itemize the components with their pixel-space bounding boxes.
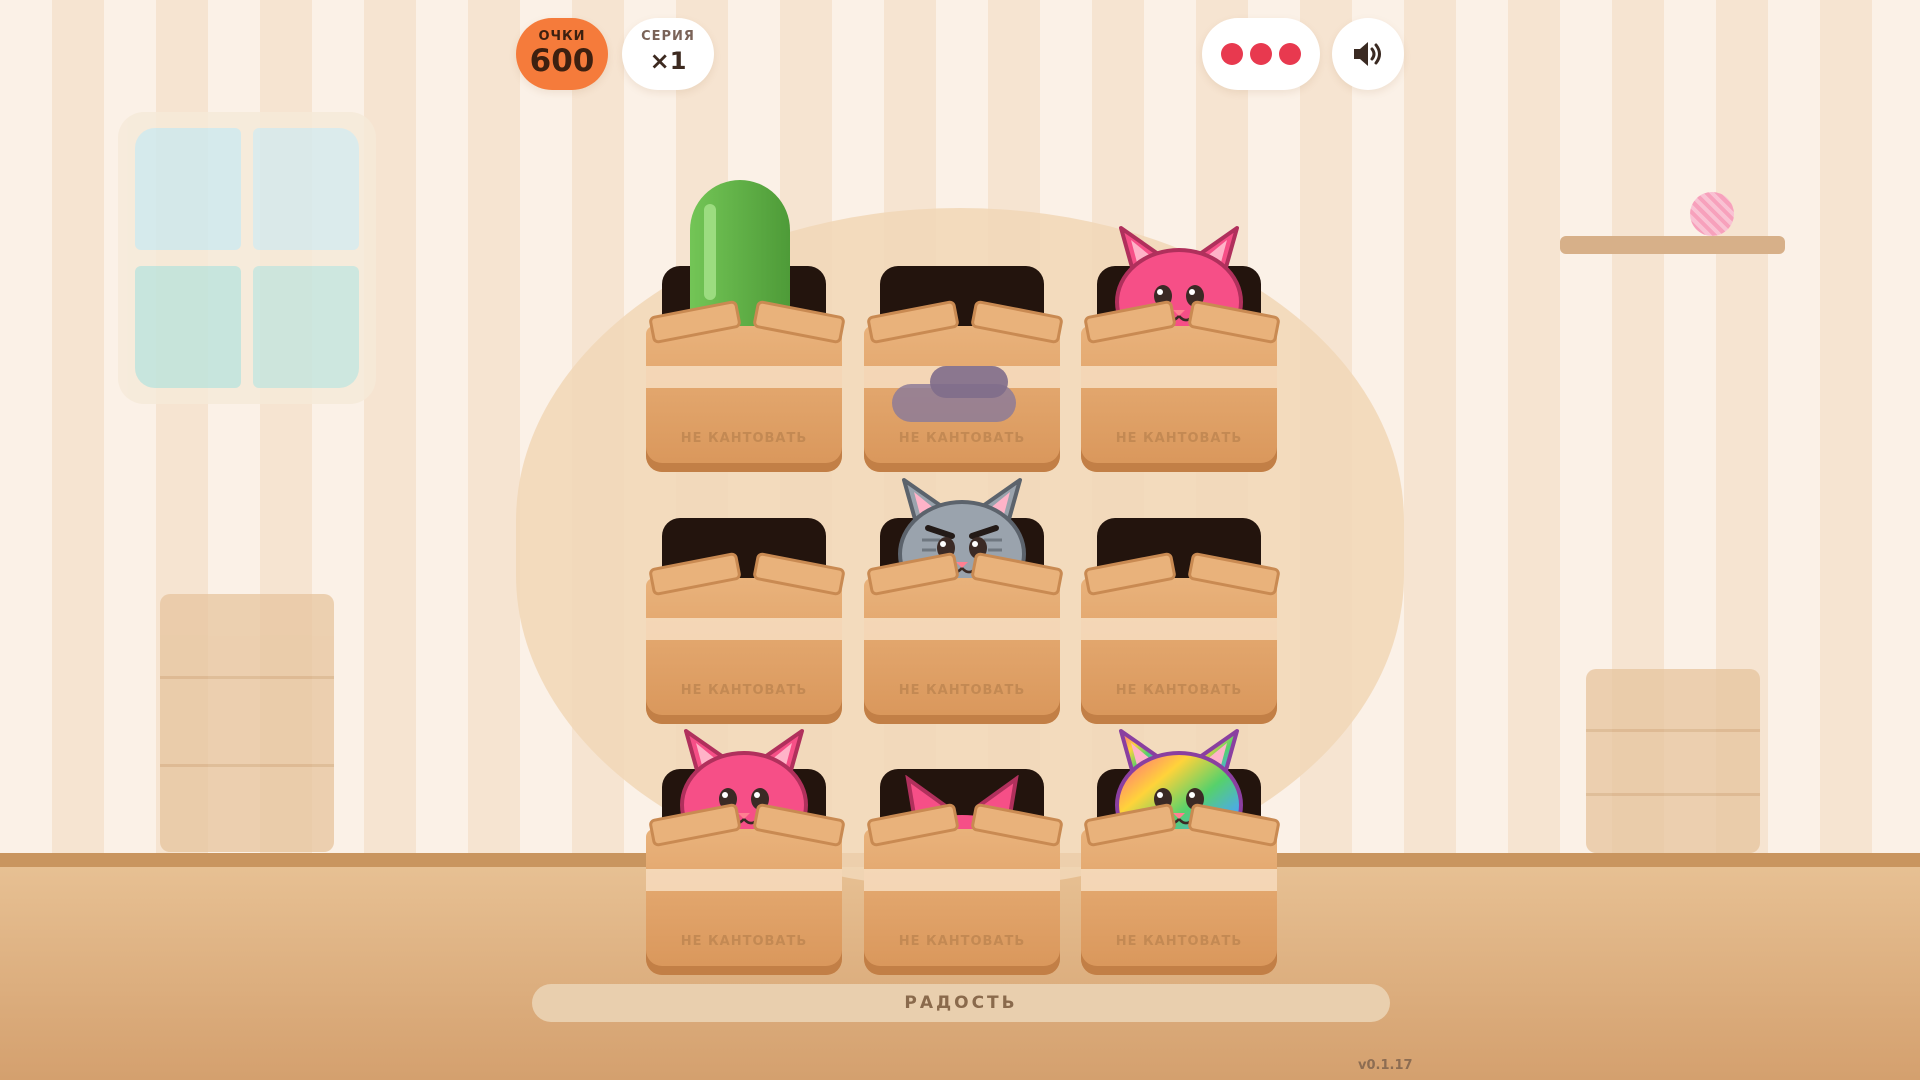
box-tape bbox=[646, 366, 842, 388]
box-body bbox=[1081, 578, 1277, 724]
box-tape bbox=[1081, 869, 1277, 891]
box-stamp-text: НЕ КАНТОВАТЬ bbox=[1115, 683, 1243, 698]
sound-toggle-button[interactable] bbox=[1332, 18, 1404, 90]
life-heart-icon bbox=[1250, 43, 1272, 65]
yarn-ball-icon bbox=[1690, 192, 1734, 236]
combo-value: ×1 bbox=[649, 47, 687, 75]
box-slot[interactable]: НЕ КАНТОВАТЬ bbox=[646, 729, 846, 975]
box-slot[interactable]: НЕ КАНТОВАТЬ bbox=[1081, 729, 1281, 975]
box-stamp-text: НЕ КАНТОВАТЬ bbox=[1115, 934, 1243, 949]
box-body bbox=[1081, 326, 1277, 472]
box-stamp-text: НЕ КАНТОВАТЬ bbox=[680, 431, 808, 446]
life-heart-icon bbox=[1221, 43, 1243, 65]
left-cabinet bbox=[160, 594, 334, 852]
box-body bbox=[646, 578, 842, 724]
box-body bbox=[646, 326, 842, 472]
box-body bbox=[646, 829, 842, 975]
box-stamp-text: НЕ КАНТОВАТЬ bbox=[898, 683, 1026, 698]
box-slot[interactable]: НЕ КАНТОВАТЬ bbox=[1081, 518, 1281, 724]
box-slot[interactable]: НЕ КАНТОВАТЬ bbox=[1081, 226, 1281, 472]
box-body bbox=[864, 829, 1060, 975]
box-slot[interactable]: НЕ КАНТОВАТЬ bbox=[646, 518, 846, 724]
box-slot[interactable]: НЕ КАНТОВАТЬ bbox=[864, 478, 1064, 724]
box-slot[interactable]: НЕ КАНТОВАТЬ bbox=[646, 180, 846, 472]
box-tape bbox=[1081, 618, 1277, 640]
box-tape bbox=[646, 618, 842, 640]
box-stamp-text: НЕ КАНТОВАТЬ bbox=[680, 683, 808, 698]
speaker-volume-icon bbox=[1354, 42, 1381, 66]
box-tape bbox=[864, 618, 1060, 640]
box-body bbox=[864, 578, 1060, 724]
wall-shelf bbox=[1560, 236, 1785, 254]
combo-badge: СЕРИЯ ×1 bbox=[622, 18, 714, 90]
score-label: ОЧКИ bbox=[538, 29, 586, 44]
box-stamp-text: НЕ КАНТОВАТЬ bbox=[898, 431, 1026, 446]
score-value: 600 bbox=[529, 43, 595, 79]
box-tape bbox=[1081, 366, 1277, 388]
version-label: v0.1.17 bbox=[1358, 1058, 1413, 1073]
box-stamp-text: НЕ КАНТОВАТЬ bbox=[680, 934, 808, 949]
box-slot[interactable]: НЕ КАНТОВАТЬ bbox=[864, 769, 1064, 975]
box-tape bbox=[864, 869, 1060, 891]
combo-label: СЕРИЯ bbox=[641, 29, 695, 44]
box-tape bbox=[646, 869, 842, 891]
right-cabinet bbox=[1586, 669, 1760, 853]
joy-meter: РАДОСТЬ bbox=[532, 984, 1390, 1022]
score-badge: ОЧКИ 600 bbox=[516, 18, 608, 90]
box-stamp-text: НЕ КАНТОВАТЬ bbox=[898, 934, 1026, 949]
smoke-puff-icon bbox=[892, 366, 1016, 422]
joy-meter-label: РАДОСТЬ bbox=[904, 993, 1018, 1013]
box-stamp-text: НЕ КАНТОВАТЬ bbox=[1115, 431, 1243, 446]
life-heart-icon bbox=[1279, 43, 1301, 65]
lives-indicator bbox=[1202, 18, 1320, 90]
window-decoration bbox=[118, 112, 376, 404]
box-body bbox=[1081, 829, 1277, 975]
